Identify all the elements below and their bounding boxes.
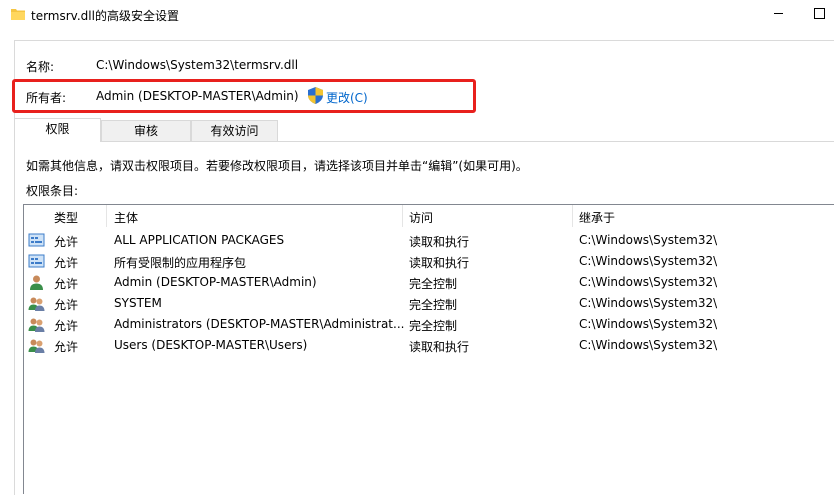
- column-header-access[interactable]: 访问: [409, 209, 433, 226]
- title-bar: termsrv.dll的高级安全设置: [0, 0, 834, 30]
- group-icon: [28, 318, 45, 332]
- column-header-principal[interactable]: 主体: [114, 209, 138, 226]
- row-type: 允许: [54, 298, 79, 312]
- owner-label: 所有者:: [26, 91, 67, 105]
- table-row[interactable]: 允许 Admin (DESKTOP-MASTER\Admin) 完全控制 C:\…: [24, 272, 834, 293]
- row-inherited-from: C:\Windows\System32\: [579, 275, 718, 289]
- row-inherited-from: C:\Windows\System32\: [579, 233, 718, 247]
- column-header-type[interactable]: 类型: [54, 209, 78, 226]
- name-value: C:\Windows\System32\termsrv.dll: [96, 58, 299, 72]
- window-title: termsrv.dll的高级安全设置: [31, 9, 179, 23]
- row-principal: Users (DESKTOP-MASTER\Users): [114, 338, 308, 352]
- row-principal: 所有受限制的应用程序包: [114, 256, 247, 270]
- user-icon: [30, 275, 43, 290]
- row-type: 允许: [54, 319, 79, 333]
- row-principal: ALL APPLICATION PACKAGES: [114, 233, 285, 247]
- row-principal: Administrators (DESKTOP-MASTER\Administr…: [114, 317, 404, 331]
- row-access: 读取和执行: [409, 235, 470, 249]
- instruction-text: 如需其他信息，请双击权限项目。若要修改权限项目，请选择该项目并单击“编辑”(如果…: [26, 159, 528, 173]
- tab-panel-border: [101, 141, 834, 142]
- row-type: 允许: [54, 277, 79, 291]
- table-row[interactable]: 允许 Users (DESKTOP-MASTER\Users) 读取和执行 C:…: [24, 335, 834, 356]
- table-row[interactable]: 允许 SYSTEM 完全控制 C:\Windows\System32\: [24, 293, 834, 314]
- row-inherited-from: C:\Windows\System32\: [579, 338, 718, 352]
- change-owner-link[interactable]: 更改(C): [326, 89, 368, 106]
- folder-icon: [11, 9, 25, 20]
- row-type: 允许: [54, 256, 79, 270]
- row-type: 允许: [54, 235, 79, 249]
- tab-permissions[interactable]: 权限: [14, 118, 101, 142]
- name-label: 名称:: [26, 60, 55, 74]
- row-access: 完全控制: [409, 298, 458, 312]
- package-icon: [28, 233, 45, 247]
- tab-effective-access[interactable]: 有效访问: [191, 120, 278, 142]
- row-inherited-from: C:\Windows\System32\: [579, 254, 718, 268]
- column-header-inherited-from[interactable]: 继承于: [579, 209, 615, 226]
- column-separator[interactable]: [572, 205, 573, 227]
- column-separator[interactable]: [106, 205, 107, 227]
- row-access: 读取和执行: [409, 256, 470, 270]
- maximize-button[interactable]: [804, 0, 834, 30]
- row-inherited-from: C:\Windows\System32\: [579, 296, 718, 310]
- row-inherited-from: C:\Windows\System32\: [579, 317, 718, 331]
- table-row[interactable]: 允许 所有受限制的应用程序包 读取和执行 C:\Windows\System32…: [24, 251, 834, 272]
- minimize-button[interactable]: [766, 0, 790, 30]
- group-icon: [28, 339, 45, 353]
- row-type: 允许: [54, 340, 79, 354]
- column-separator[interactable]: [402, 205, 403, 227]
- row-access: 完全控制: [409, 319, 458, 333]
- uac-shield-icon: [308, 87, 323, 104]
- owner-value: Admin (DESKTOP-MASTER\Admin): [96, 89, 299, 103]
- tab-auditing[interactable]: 审核: [101, 120, 191, 142]
- row-access: 完全控制: [409, 277, 458, 291]
- row-access: 读取和执行: [409, 340, 470, 354]
- group-icon: [28, 297, 45, 311]
- table-row[interactable]: 允许 ALL APPLICATION PACKAGES 读取和执行 C:\Win…: [24, 230, 834, 251]
- row-principal: Admin (DESKTOP-MASTER\Admin): [114, 275, 317, 289]
- package-icon: [28, 254, 45, 268]
- table-row[interactable]: 允许 Administrators (DESKTOP-MASTER\Admini…: [24, 314, 834, 335]
- permission-entries-label: 权限条目:: [26, 184, 79, 198]
- row-principal: SYSTEM: [114, 296, 162, 310]
